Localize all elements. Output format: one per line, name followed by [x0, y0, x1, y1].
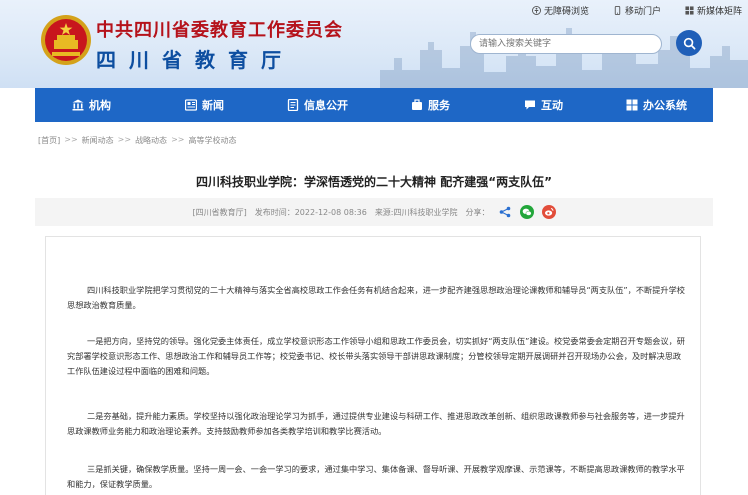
breadcrumb-news[interactable]: 新闻动态 [82, 135, 114, 146]
interaction-icon [525, 100, 535, 110]
media-matrix-link[interactable]: 新媒体矩阵 [685, 4, 742, 17]
wechat-icon [522, 208, 532, 216]
search-button[interactable] [676, 30, 702, 56]
office-icon [626, 99, 638, 111]
mobile-portal-link[interactable]: 移动门户 [613, 4, 661, 17]
nav-item-label: 办公系统 [643, 99, 687, 112]
breadcrumb: [首页] >> 新闻动态 >> 战略动态 >> 高等学校动态 [38, 135, 236, 146]
accessibility-link-label: 无障碍浏览 [543, 7, 589, 17]
top-links: 无障碍浏览 移动门户 新媒体矩阵 [531, 4, 742, 17]
article-paragraph: 二是夯基础，提升能力素质。学校坚持以强化政治理论学习为抓手，通过提供专业建设与科… [67, 411, 685, 436]
nav-item-info-public[interactable]: 信息公开 [261, 88, 374, 122]
nav-item-news[interactable]: 新闻 [148, 88, 261, 122]
nav-item-interaction[interactable]: 互动 [487, 88, 600, 122]
search-icon [683, 37, 695, 49]
nav-item-label: 机构 [89, 99, 111, 112]
breadcrumb-home[interactable]: [首页] [38, 135, 60, 146]
mobile-portal-link-label: 移动门户 [624, 7, 661, 17]
service-icon [412, 99, 422, 110]
nav-item-label: 新闻 [202, 99, 224, 112]
nav-item-office[interactable]: 办公系统 [600, 88, 713, 122]
meta-source-tag: [四川省教育厅] [192, 207, 247, 217]
weibo-share-button[interactable] [541, 205, 556, 219]
article-paragraph: 一是把方向，坚持党的领导。强化党委主体责任，成立学校意识形态工作领导小组和思政工… [67, 336, 685, 376]
mobile-icon [614, 6, 621, 15]
article-paragraph: 三是抓关键，确保教学质量。坚持一周一会、一会一学习的要求，通过集中学习、集体备课… [67, 464, 685, 489]
breadcrumb-separator: >> [64, 135, 78, 144]
weibo-icon [544, 208, 553, 216]
media-matrix-icon [685, 6, 694, 15]
breadcrumb-university[interactable]: 高等学校动态 [188, 135, 236, 146]
article-paragraph: 四川科技职业学院把学习贯彻党的二十大精神与落实全省高校思政工作会任务有机结合起来… [67, 285, 685, 310]
institution-icon [72, 99, 84, 111]
info-public-icon [287, 99, 299, 111]
nav-item-label: 互动 [541, 99, 563, 112]
breadcrumb-separator: >> [117, 135, 132, 144]
breadcrumb-strategy[interactable]: 战略动态 [135, 135, 167, 146]
search-input[interactable] [470, 34, 662, 54]
meta-origin: 来源:四川科技职业学院 [374, 207, 458, 217]
article-title: 四川科技职业学院：学深悟透党的二十大精神 配齐建强“两支队伍” [196, 175, 552, 189]
share-label: 分享： [465, 207, 490, 217]
accessibility-icon [531, 6, 541, 15]
wechat-share-button[interactable] [519, 205, 534, 219]
meta-date: 发布时间：2022-12-08 08:36 [254, 207, 367, 217]
share-icon [499, 206, 510, 218]
nav-item-service[interactable]: 服务 [374, 88, 487, 122]
accessibility-link[interactable]: 无障碍浏览 [531, 4, 589, 17]
share-button[interactable] [498, 205, 512, 219]
nav-item-institution[interactable]: 机构 [35, 88, 148, 122]
site-header: 中共四川省委教育工作委员会 四川省教育厅 无障碍浏览 移动门户 新媒体矩阵 [0, 0, 748, 88]
breadcrumb-separator: >> [171, 135, 185, 144]
article-meta: [四川省教育厅] 发布时间：2022-12-08 08:36 来源:四川科技职业… [35, 198, 713, 226]
site-title-party: 中共四川省委教育工作委员会 [96, 20, 343, 41]
news-icon [185, 99, 197, 111]
nav-item-label: 信息公开 [304, 99, 348, 112]
site-title-department: 四川省教育厅 [96, 48, 294, 72]
nav-item-label: 服务 [428, 99, 450, 112]
media-matrix-link-label: 新媒体矩阵 [696, 7, 742, 17]
main-nav: 机构 新闻 信息公开 服务 互动 办公系统 [35, 88, 713, 122]
national-emblem-icon [41, 15, 91, 65]
